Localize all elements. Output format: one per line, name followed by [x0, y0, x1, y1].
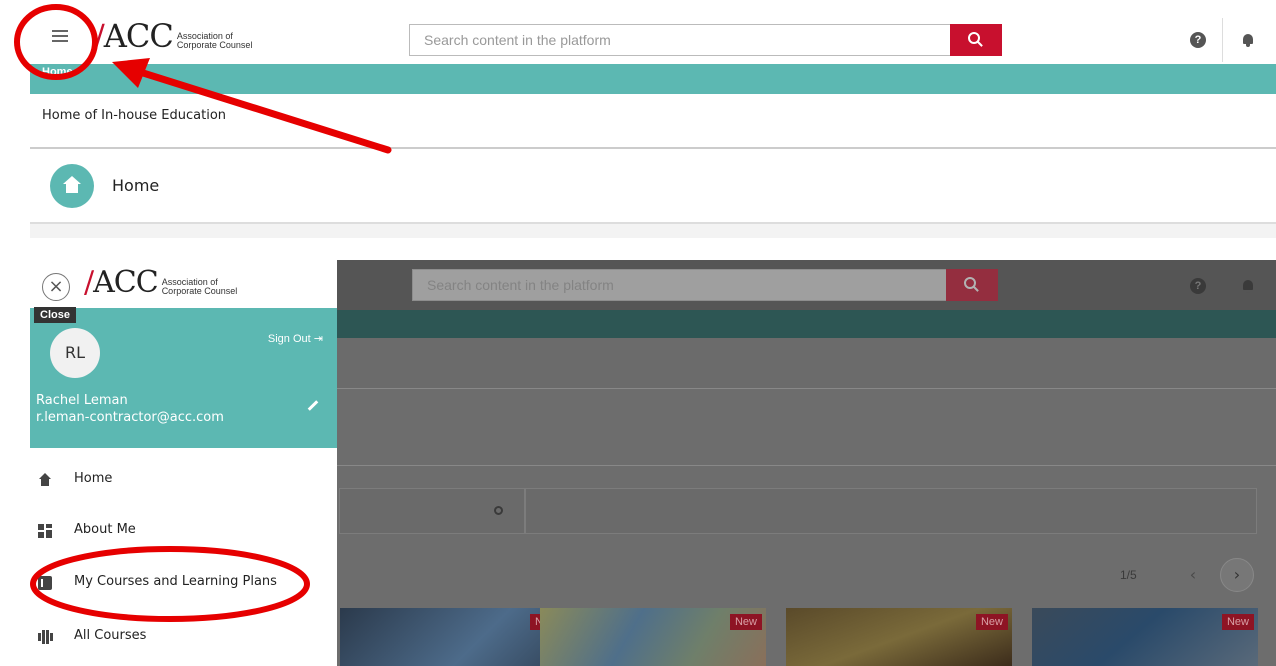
dimmed-search-input: Search content in the platform: [412, 269, 946, 301]
grid-icon: [38, 524, 52, 538]
home-badge: [50, 164, 94, 208]
breadcrumb-bar: Home: [30, 64, 1276, 94]
nav-item-label: Home: [74, 471, 113, 486]
search-icon: [964, 277, 976, 289]
header-divider: [1222, 18, 1223, 62]
notification-bell-icon: [1243, 280, 1253, 293]
book-icon: [38, 576, 52, 590]
screenshot-drawer-open: Search content in the platform ? 1/5 ‹ ›…: [30, 260, 1276, 666]
new-badge: New: [975, 614, 1008, 630]
user-email: r.leman-contractor@acc.com: [36, 410, 224, 425]
dimmed-search-bar: Search content in the platform: [412, 269, 998, 301]
avatar: RL: [50, 328, 100, 378]
nav-item-about-me[interactable]: About Me: [30, 508, 337, 556]
logo-mark: /ACC: [84, 265, 159, 300]
new-badge: New: [729, 614, 762, 630]
logo-mark: /ACC: [94, 17, 174, 55]
home-icon: [63, 176, 81, 194]
course-card: New: [340, 608, 566, 666]
profile-panel: RL Sign Out ⇥ Rachel Leman r.leman-contr…: [30, 308, 337, 448]
nav-item-label: All Courses: [74, 628, 147, 643]
dimmed-filter-field: [525, 488, 1257, 534]
help-icon: ?: [1190, 278, 1206, 294]
search-icon: [494, 506, 503, 515]
nav-item-label: About Me: [74, 522, 136, 537]
close-icon[interactable]: ×: [42, 273, 70, 301]
carousel-counter: 1/5: [1120, 568, 1137, 582]
acc-logo[interactable]: /ACC Association of Corporate Counsel: [84, 268, 237, 298]
carousel-prev-icon: ‹: [1189, 565, 1197, 584]
content-background: [30, 224, 1276, 238]
nav-item-all-courses[interactable]: All Courses: [30, 614, 337, 662]
search-input[interactable]: Search content in the platform: [409, 24, 950, 56]
course-card: New: [540, 608, 766, 666]
home-icon: [38, 473, 52, 487]
side-drawer: × /ACC Association of Corporate Counsel R…: [30, 260, 337, 666]
library-icon: [38, 630, 53, 644]
annotated-screenshot: /ACC Association of Corporate Counsel Sea…: [0, 0, 1276, 666]
carousel-next-button: ›: [1220, 558, 1254, 592]
user-name: Rachel Leman: [36, 393, 128, 408]
nav-item-my-courses[interactable]: My Courses and Learning Plans: [30, 560, 337, 608]
breadcrumb-home[interactable]: Home: [42, 66, 73, 78]
course-card: New: [786, 608, 1012, 666]
search-icon: [968, 32, 980, 44]
notification-bell-icon[interactable]: [1243, 34, 1253, 47]
logo-text: Association of Corporate Counsel: [161, 277, 238, 296]
dimmed-search-button: [946, 269, 998, 301]
page-subtitle: Home of In-house Education: [42, 108, 227, 123]
help-icon[interactable]: ?: [1190, 32, 1206, 48]
hamburger-menu-icon[interactable]: [52, 30, 68, 42]
screenshot-main-page: /ACC Association of Corporate Counsel Sea…: [30, 0, 1276, 240]
new-badge: New: [1221, 614, 1254, 630]
page-title: Home: [112, 176, 160, 195]
logo-text: Association of Corporate Counsel: [176, 31, 253, 50]
sign-out-button[interactable]: Sign Out ⇥: [268, 332, 323, 345]
acc-logo[interactable]: /ACC Association of Corporate Counsel: [94, 20, 252, 52]
section-divider: [30, 147, 1276, 149]
top-header: /ACC Association of Corporate Counsel Sea…: [30, 0, 1276, 64]
sign-out-icon: ⇥: [313, 333, 323, 345]
search-button[interactable]: [950, 24, 1002, 56]
course-card: New: [1032, 608, 1258, 666]
nav-item-label: My Courses and Learning Plans: [74, 574, 277, 589]
edit-profile-icon[interactable]: [307, 400, 319, 411]
close-tooltip: Close: [34, 307, 76, 323]
nav-item-home[interactable]: Home: [30, 457, 337, 505]
search-bar: Search content in the platform: [409, 24, 1002, 56]
